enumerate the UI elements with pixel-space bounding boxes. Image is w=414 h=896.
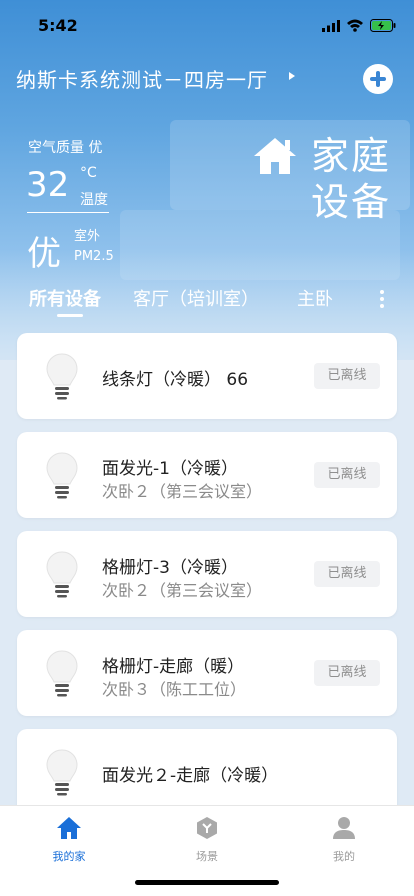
offline-status-badge: 已离线	[314, 561, 380, 587]
tabbar-label: 我的家	[52, 850, 86, 863]
room-tabs: 所有设备 客厅（培训室） 主卧	[0, 285, 414, 325]
hero-title: 家庭 设备	[311, 133, 391, 225]
battery-charging-icon	[370, 19, 396, 32]
hero-title-line-1: 家庭	[311, 134, 392, 178]
device-room: 次卧２（第三会议室）	[102, 581, 263, 600]
cellular-signal-icon	[322, 20, 340, 32]
status-time: 5:42	[38, 16, 78, 35]
lightbulb-icon	[46, 650, 78, 697]
hero-title-line-2: 设备	[311, 180, 392, 224]
house-icon	[254, 138, 296, 174]
temperature-unit: °C	[80, 165, 97, 181]
more-tabs-icon[interactable]	[380, 290, 384, 311]
offline-status-badge: 已离线	[314, 363, 380, 389]
tabbar-label: 我的	[333, 850, 355, 863]
tabbar-item-scene[interactable]: 场景	[167, 816, 247, 864]
home-icon	[57, 817, 81, 839]
wifi-icon	[347, 19, 363, 32]
device-card[interactable]: 格栅灯-走廊（暖） 次卧３（陈工工位） 已离线	[17, 630, 397, 716]
device-name: 格栅灯-3（冷暖）	[102, 558, 238, 578]
home-indicator	[135, 880, 279, 885]
lightbulb-icon	[46, 749, 78, 796]
device-name: 面发光２-走廊（冷暖）	[102, 766, 279, 786]
user-icon	[333, 817, 355, 839]
device-card[interactable]: 线条灯（冷暖） 66 已离线	[17, 333, 397, 419]
air-quality-metric: PM2.5	[74, 249, 114, 264]
scene-icon	[197, 817, 217, 839]
device-card[interactable]: 面发光２-走廊（冷暖）	[17, 729, 397, 815]
tab-living-room[interactable]: 客厅（培训室）	[133, 285, 259, 311]
home-selector[interactable]: 纳斯卡系统测试－四房一厅	[16, 64, 268, 93]
air-quality-value: 优	[27, 234, 61, 274]
device-card[interactable]: 面发光-1（冷暖） 次卧２（第三会议室） 已离线	[17, 432, 397, 518]
divider	[27, 212, 109, 213]
add-device-button[interactable]	[363, 64, 393, 94]
lightbulb-icon	[46, 551, 78, 598]
air-quality-label: 空气质量 优	[28, 140, 103, 156]
device-room: 次卧３（陈工工位）	[102, 680, 247, 699]
lightbulb-icon	[46, 353, 78, 400]
tab-all-devices[interactable]: 所有设备	[29, 285, 101, 311]
device-name: 线条灯（冷暖） 66	[102, 370, 249, 390]
tabbar-item-profile[interactable]: 我的	[304, 816, 384, 864]
tab-master-bedroom[interactable]: 主卧	[297, 285, 333, 311]
tabbar-item-home[interactable]: 我的家	[29, 816, 109, 864]
temperature-label: 温度	[80, 192, 108, 208]
device-card[interactable]: 格栅灯-3（冷暖） 次卧２（第三会议室） 已离线	[17, 531, 397, 617]
offline-status-badge: 已离线	[314, 660, 380, 686]
status-bar: 5:42	[0, 0, 414, 50]
air-quality-scope: 室外	[74, 229, 101, 244]
tabbar-label: 场景	[196, 850, 218, 863]
lightbulb-icon	[46, 452, 78, 499]
temperature-value: 32	[26, 165, 70, 205]
device-name: 格栅灯-走廊（暖）	[102, 657, 245, 677]
device-name: 面发光-1（冷暖）	[102, 459, 238, 479]
active-tab-indicator	[57, 314, 83, 317]
caret-right-icon[interactable]	[289, 72, 295, 80]
device-room: 次卧２（第三会议室）	[102, 482, 263, 501]
offline-status-badge: 已离线	[314, 462, 380, 488]
